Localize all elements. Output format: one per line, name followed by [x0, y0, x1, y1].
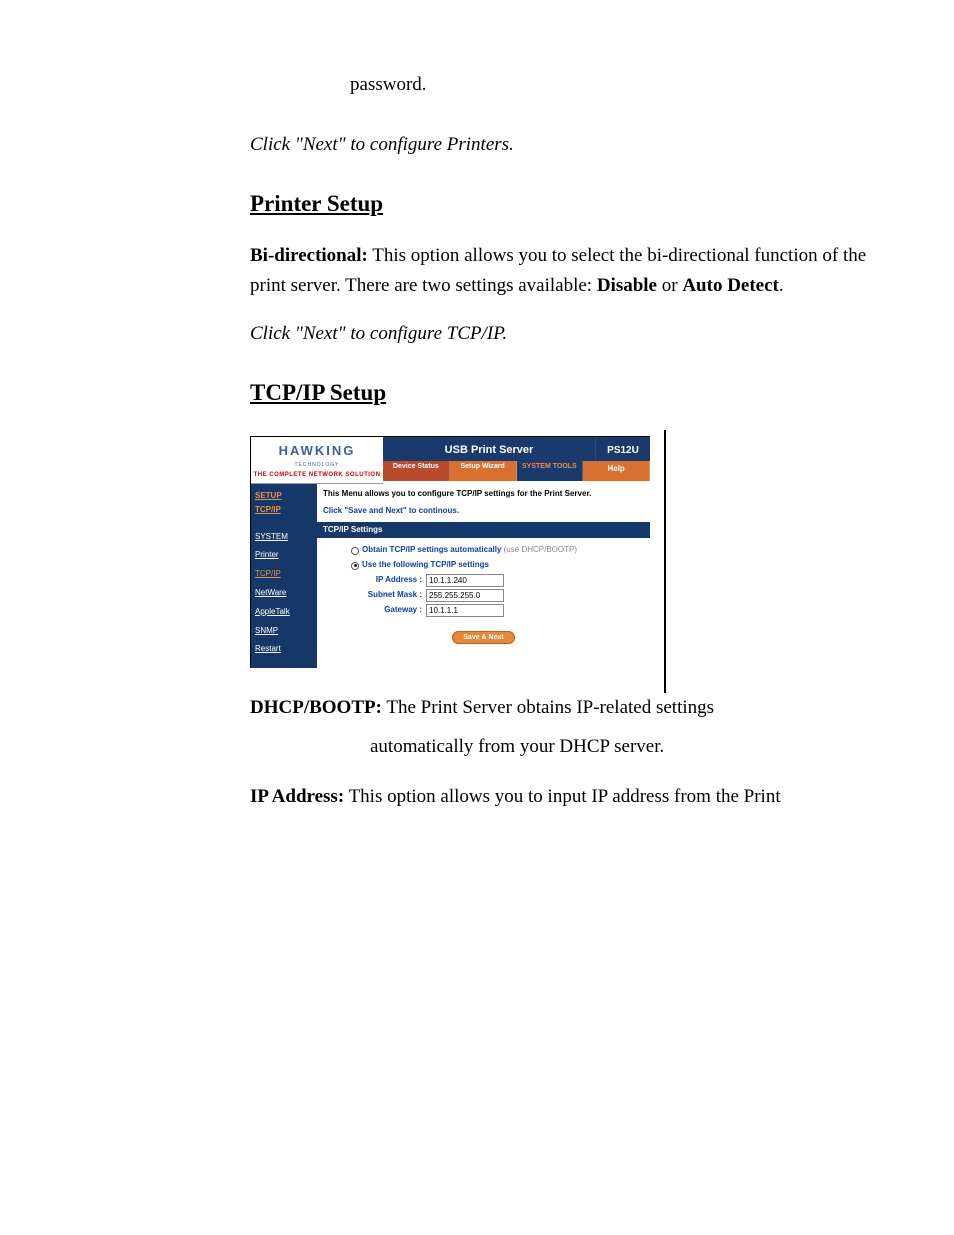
label-subnet-mask: Subnet Mask :: [351, 589, 426, 602]
instruction-next-printers: Click "Next" to configure Printers.: [250, 130, 904, 160]
banner-model: PS12U: [595, 437, 650, 461]
sidebar-item-printer[interactable]: Printer: [255, 549, 313, 562]
logo-text: HAWKING: [279, 441, 356, 462]
ip-address-description: IP Address: This option allows you to in…: [250, 782, 904, 812]
brand-logo: HAWKING TECHNOLOGY THE COMPLETE NETWORK …: [251, 437, 383, 484]
content-subnote: Click "Save and Next" to continous.: [317, 503, 650, 522]
label-ip-address-desc: IP Address:: [250, 786, 344, 807]
sidebar-item-snmp[interactable]: SNMP: [255, 625, 313, 638]
printer-setup-description: Bi-directional: This option allows you t…: [250, 241, 904, 302]
sidebar-item-tcpip[interactable]: TCP/IP: [255, 568, 313, 581]
section-band-tcpip: TCP/IP Settings: [317, 522, 650, 539]
label-bidirectional: Bi-directional:: [250, 245, 368, 266]
radio-icon: [351, 547, 359, 555]
input-subnet-mask[interactable]: [426, 589, 504, 602]
save-next-button[interactable]: Save & Next: [452, 631, 514, 644]
radio-icon-selected: [351, 562, 359, 570]
heading-printer-setup: Printer Setup: [250, 186, 904, 223]
sidebar-item-system[interactable]: SYSTEM: [255, 531, 313, 544]
content-intro: This Menu allows you to configure TCP/IP…: [317, 484, 650, 503]
sidebar-nav: SETUP TCP/IP SYSTEM Printer TCP/IP NetWa…: [251, 484, 317, 668]
prev-page-fragment: password.: [350, 70, 904, 100]
radio-use-following[interactable]: Use the following TCP/IP settings: [351, 559, 644, 572]
sidebar-item-appletalk[interactable]: AppleTalk: [255, 606, 313, 619]
logo-tagline: THE COMPLETE NETWORK SOLUTION: [254, 471, 381, 481]
heading-tcpip-setup: TCP/IP Setup: [250, 375, 904, 412]
label-ip-address: IP Address :: [351, 574, 426, 587]
label-dhcp-bootp: DHCP/BOOTP:: [250, 697, 382, 718]
input-ip-address[interactable]: [426, 574, 504, 587]
tab-help[interactable]: Help: [583, 461, 650, 481]
sidebar-head-setup: SETUP: [255, 490, 313, 503]
radio-obtain-auto[interactable]: Obtain TCP/IP settings automatically (us…: [351, 544, 644, 557]
input-gateway[interactable]: [426, 604, 504, 617]
banner-title: USB Print Server: [383, 437, 595, 461]
label-gateway: Gateway :: [351, 604, 426, 617]
tab-setup-wizard[interactable]: Setup Wizard: [450, 461, 517, 481]
sidebar-item-restart[interactable]: Restart: [255, 643, 313, 656]
tab-device-status[interactable]: Device Status: [383, 461, 450, 481]
screenshot-right-bar: [664, 430, 666, 694]
dhcp-bootp-description: DHCP/BOOTP: The Print Server obtains IP-…: [250, 693, 904, 762]
instruction-next-tcpip: Click "Next" to configure TCP/IP.: [250, 319, 904, 349]
logo-subtext: TECHNOLOGY: [294, 461, 339, 469]
sidebar-head-tcpip: TCP/IP: [255, 504, 313, 517]
tab-system-tools[interactable]: SYSTEM TOOLS: [517, 461, 584, 481]
tcpip-screenshot: HAWKING TECHNOLOGY THE COMPLETE NETWORK …: [250, 436, 650, 669]
sidebar-item-netware[interactable]: NetWare: [255, 587, 313, 600]
